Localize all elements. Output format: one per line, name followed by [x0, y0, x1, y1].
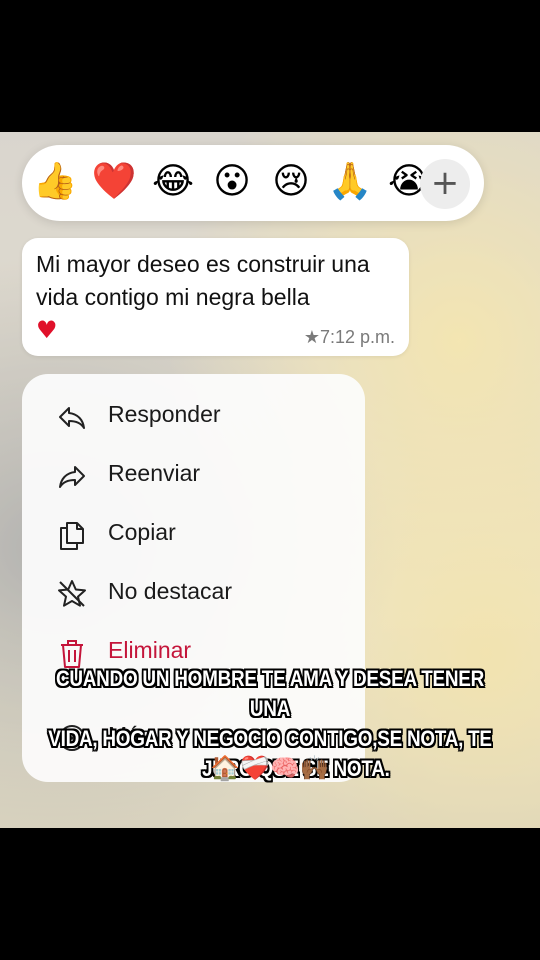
menu-label-copy: Copiar: [108, 519, 176, 545]
menu-item-copy[interactable]: Copiar: [22, 507, 365, 563]
reaction-bar: 👍 ❤️ 😂 😮 😢 🙏 😭 +: [22, 145, 484, 221]
unstar-icon: [58, 580, 86, 607]
copy-icon: [60, 522, 84, 550]
menu-label-forward: Reenviar: [108, 460, 201, 486]
heart-reaction[interactable]: ❤️: [89, 157, 139, 207]
menu-item-reply[interactable]: Responder: [22, 389, 365, 445]
message-timestamp: 7:12 p.m.: [319, 327, 395, 347]
pray-reaction[interactable]: 🙏: [325, 157, 375, 207]
menu-label-unstar: No destacar: [108, 578, 233, 604]
laughing-reaction[interactable]: 😂: [148, 157, 198, 207]
message-bubble[interactable]: Mi mayor deseo es construir una vida con…: [22, 238, 409, 356]
thumbs-up-reaction[interactable]: 👍: [30, 157, 80, 207]
message-meta: ★7:12 p.m.: [304, 327, 395, 348]
menu-label-delete: Eliminar: [108, 637, 192, 663]
menu-label-reply: Responder: [108, 401, 221, 427]
menu-item-forward[interactable]: Reenviar: [22, 448, 365, 504]
caption-emojis: 🏠❤️‍🩹🧠🙌🏾: [210, 754, 330, 782]
sad-reaction[interactable]: 😢: [266, 157, 316, 207]
caption-line-2: VIDA, HOGAR Y NEGOCIO CONTIGO,SE NOTA, T…: [48, 726, 492, 751]
forward-icon: [59, 466, 85, 488]
menu-item-unstar[interactable]: No destacar: [22, 566, 365, 622]
caption-line-1: CUANDO UN HOMBRE TE AMA Y DESEA TENER UN…: [55, 666, 485, 721]
heart-emoji-icon: ♥: [36, 316, 58, 344]
surprised-reaction[interactable]: 😮: [207, 157, 257, 207]
message-body: Mi mayor deseo es construir una vida con…: [36, 251, 370, 310]
starred-icon: ★: [303, 327, 320, 347]
reply-icon: [59, 407, 85, 429]
add-reaction-button[interactable]: +: [420, 159, 470, 209]
